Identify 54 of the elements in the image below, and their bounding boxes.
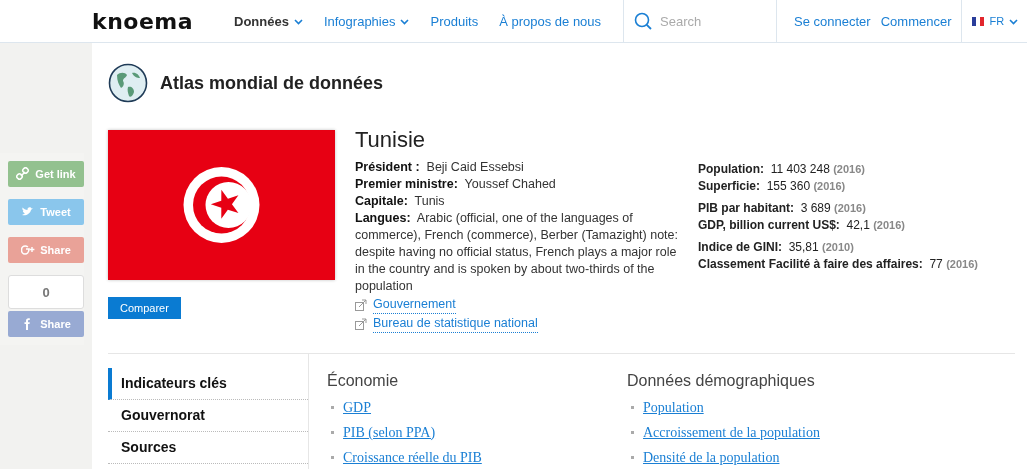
country-name: Tunisie [355, 127, 427, 153]
indicator-link[interactable]: PIB (selon PPA) [343, 424, 436, 441]
search-icon [634, 12, 653, 30]
bullet-icon [331, 406, 334, 409]
caret-icon [1009, 17, 1019, 25]
indicator-link[interactable]: Densité de la population [643, 449, 780, 466]
link-icon [16, 167, 31, 181]
external-link-icon [355, 299, 367, 311]
globe-icon [108, 63, 148, 103]
language-selector[interactable]: FR [961, 0, 1019, 42]
stat-text: GDP, billion current US$: 42,1 (2016) [698, 217, 906, 234]
bullet-icon [331, 456, 334, 459]
account-link[interactable]: Se connecter [794, 13, 871, 29]
bullet-icon [631, 406, 634, 409]
nav-link[interactable]: Données [234, 13, 303, 29]
nav-link[interactable]: Produits [430, 13, 479, 29]
share-count: 0 [8, 275, 84, 309]
indicator-link[interactable]: Population [643, 399, 704, 416]
stat-text: Population: 11 403 248 (2016) [698, 161, 866, 178]
indicator-link[interactable]: Accroissement de la population [643, 424, 820, 441]
fact-text: Capitale: Tunis [355, 193, 446, 210]
nav-link[interactable]: Infographies [323, 13, 410, 29]
share-button[interactable]: Share [8, 311, 84, 337]
caret-icon [293, 17, 303, 25]
indicator-link[interactable]: Croissance réelle du PIB [343, 449, 482, 466]
page-title: Atlas mondial de données [160, 72, 384, 94]
flag-icon [972, 16, 985, 26]
search-field[interactable]: Search [658, 12, 763, 30]
indicator-link[interactable]: GDP [343, 399, 371, 416]
category-heading: Données démographiques [627, 372, 816, 390]
link[interactable]: Bureau de statistique national [373, 315, 538, 333]
bullet-icon [631, 456, 634, 459]
account-link[interactable]: Commencer [880, 13, 952, 29]
bullet-icon [631, 431, 634, 434]
stat-text: Classement Facilité à faire des affaires: 77 (2016) [698, 256, 978, 273]
logo[interactable]: knoema [92, 8, 218, 34]
compare-button[interactable]: Comparer [108, 297, 181, 319]
fact-text: Premier ministre: Youssef Chahed [355, 176, 557, 193]
side-nav-item[interactable]: Sources [108, 432, 308, 464]
stat-text: Indice de GINI: 35,81 (2010) [698, 239, 855, 256]
stat-text: Superficie: 155 360 (2016) [698, 178, 847, 195]
fact-text: Président : Beji Caid Essebsi [355, 159, 525, 176]
caret-icon [400, 17, 410, 25]
language-code: FR [989, 15, 1005, 27]
fact-text: Langues: Arabic (official, one of the languages of commerce), French (commerce), Berber (Tamazight) note: despite having no official status, French plays a major role in the country and is spoken by about two-thirds of the population [355, 210, 679, 295]
side-nav-item[interactable]: Indicateurs clés [108, 368, 308, 400]
external-link-icon [355, 318, 367, 330]
bullet-icon [331, 431, 334, 434]
stat-text: PIB par habitant: 3 689 (2016) [698, 200, 867, 217]
side-nav-item[interactable]: Gouvernorat [108, 400, 308, 432]
category-heading: Économie [327, 372, 400, 390]
nav-link[interactable]: À propos de nous [499, 13, 602, 29]
link[interactable]: Gouvernement [373, 296, 456, 314]
g-plus-icon [21, 243, 36, 257]
